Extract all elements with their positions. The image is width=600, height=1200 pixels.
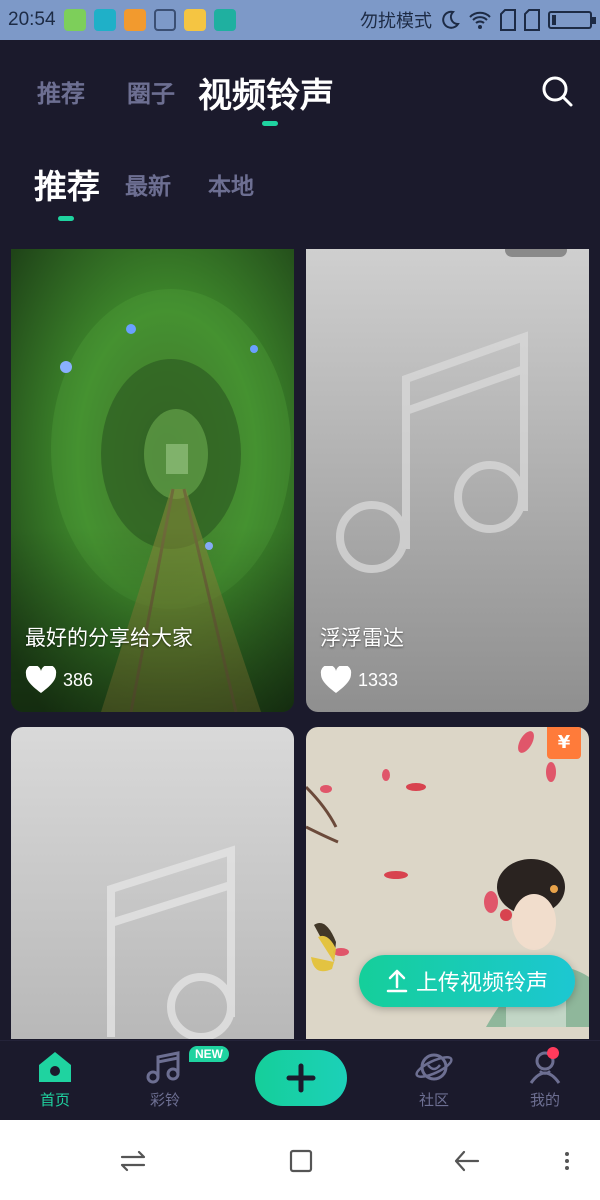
subtab-local[interactable]: 本地 <box>208 167 254 201</box>
status-right: 勿扰模式 <box>360 7 596 33</box>
add-button[interactable] <box>255 1050 347 1106</box>
battery-icon <box>548 11 596 29</box>
switch-apps-icon[interactable] <box>118 1146 148 1176</box>
search-icon[interactable] <box>540 74 574 108</box>
like-count[interactable]: 1333 <box>320 666 398 694</box>
nav-home[interactable]: 首页 <box>15 1049 95 1110</box>
video-feed: 最好的分享给大家 386 浮浮雷达 1333 ¥ <box>0 249 600 1039</box>
sub-tab-bar: 推荐 最新 本地 <box>0 140 600 236</box>
sim-icon <box>500 9 516 31</box>
nav-ring-label: 彩铃 <box>149 1091 180 1109</box>
heart-icon[interactable] <box>320 666 352 694</box>
brush-icon <box>153 9 176 31</box>
status-time: 20:54 <box>8 9 56 30</box>
like-count-value: 386 <box>63 669 94 690</box>
tab-circle[interactable]: 圈子 <box>127 74 175 109</box>
planet-icon <box>415 1053 453 1081</box>
subtab-indicator <box>58 216 74 221</box>
warning-icon <box>123 9 146 31</box>
home-icon <box>39 1052 71 1082</box>
heart-icon[interactable] <box>25 666 57 694</box>
usb-icon <box>213 9 236 31</box>
like-count-value: 1333 <box>358 669 399 690</box>
nav-community[interactable]: 社区 <box>394 1049 474 1110</box>
video-title: 最好的分享给大家 <box>25 626 193 650</box>
music-note-icon <box>146 1051 180 1084</box>
upload-video-ringtone-button[interactable]: 上传视频铃声 <box>359 955 575 1007</box>
system-nav-bar <box>0 1120 600 1200</box>
notification-dot <box>547 1047 559 1059</box>
wifi-icon <box>469 11 491 29</box>
folder-icon <box>183 9 206 31</box>
video-title: 浮浮雷达 <box>320 626 404 650</box>
upload-button-label: 上传视频铃声 <box>415 971 548 996</box>
top-tab-bar: 推荐 圈子 视频铃声 <box>0 40 600 136</box>
nav-home-label: 首页 <box>39 1091 70 1109</box>
plus-icon <box>286 1063 316 1093</box>
video-cover-placeholder <box>11 727 294 1039</box>
more-icon[interactable] <box>552 1146 582 1176</box>
app-notification-icon <box>63 9 86 31</box>
new-badge: NEW <box>189 1046 229 1062</box>
moon-icon <box>442 10 460 29</box>
nav-mine[interactable]: 我的 <box>505 1049 585 1110</box>
tab-video-ringtone[interactable]: 视频铃声 <box>198 68 334 117</box>
status-bar: 20:54 勿扰模式 <box>0 0 600 40</box>
upload-icon <box>386 969 408 993</box>
nav-community-label: 社区 <box>418 1091 449 1109</box>
video-card[interactable]: 最好的分享给大家 386 <box>11 249 294 712</box>
video-card[interactable] <box>11 727 294 1039</box>
price-badge: ¥ <box>547 727 581 759</box>
subtab-latest[interactable]: 最新 <box>125 167 171 201</box>
video-card[interactable]: 浮浮雷达 1333 <box>306 249 589 712</box>
home-square-icon[interactable] <box>286 1146 316 1176</box>
back-icon[interactable] <box>452 1146 482 1176</box>
tab-indicator <box>262 121 278 126</box>
tab-recommend[interactable]: 推荐 <box>37 74 85 109</box>
sim-icon <box>524 9 540 31</box>
card-top-pill <box>505 249 567 257</box>
like-count[interactable]: 386 <box>25 666 93 694</box>
user-icon <box>529 1051 561 1084</box>
dnd-label: 勿扰模式 <box>360 11 432 32</box>
subtab-recommend[interactable]: 推荐 <box>34 160 100 208</box>
app-notification-icon <box>93 9 116 31</box>
nav-mine-label: 我的 <box>529 1091 560 1109</box>
